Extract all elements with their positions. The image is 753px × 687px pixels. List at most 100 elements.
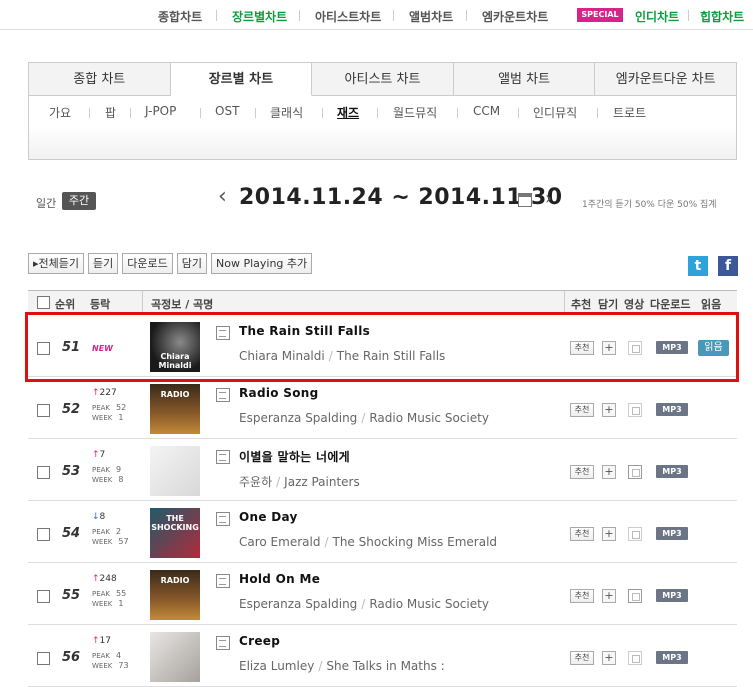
- artist-name[interactable]: Eliza Lumley: [239, 659, 314, 673]
- recommend-button[interactable]: 추천: [570, 403, 594, 417]
- row-checkbox[interactable]: [37, 466, 50, 479]
- subtab-ost[interactable]: OST: [215, 104, 239, 118]
- subtab-jpop[interactable]: J-POP: [145, 104, 176, 118]
- video-icon[interactable]: [628, 403, 642, 417]
- add-button[interactable]: 담기: [176, 253, 207, 274]
- rank-number: 52: [62, 402, 81, 417]
- twitter-icon[interactable]: t: [688, 256, 708, 276]
- video-icon[interactable]: [628, 465, 642, 479]
- row-checkbox[interactable]: [37, 528, 50, 541]
- mp3-download-button[interactable]: MP3: [656, 527, 688, 540]
- col-listen: 읽음: [701, 298, 722, 311]
- row-checkbox[interactable]: [37, 590, 50, 603]
- subtab-ccm[interactable]: CCM: [473, 104, 500, 118]
- weeks-on-chart: WEEK 1: [92, 413, 124, 422]
- artist-name[interactable]: 주윤하: [239, 475, 272, 489]
- next-week-icon[interactable]: ›: [545, 188, 552, 209]
- subtab-world[interactable]: 월드뮤직: [393, 104, 437, 121]
- album-art[interactable]: THE SHOCKING: [150, 508, 200, 558]
- song-info-icon[interactable]: [216, 574, 230, 588]
- gnb-genre-chart[interactable]: 장르별차트: [232, 8, 287, 25]
- song-info-icon[interactable]: [216, 388, 230, 402]
- listen-button[interactable]: 듣기: [88, 253, 119, 274]
- add-to-playlist-icon[interactable]: +: [602, 527, 616, 541]
- album-name[interactable]: Radio Music Society: [369, 411, 489, 425]
- play-all-button[interactable]: ▸전체듣기: [28, 253, 85, 274]
- video-icon[interactable]: [628, 651, 642, 665]
- subtab-jazz[interactable]: 재즈: [337, 104, 359, 121]
- artist-name[interactable]: Caro Emerald: [239, 535, 320, 549]
- album-name[interactable]: The Shocking Miss Emerald: [333, 535, 498, 549]
- album-name[interactable]: She Talks in Maths :: [326, 659, 444, 673]
- mp3-download-button[interactable]: MP3: [656, 465, 688, 478]
- add-to-playlist-icon[interactable]: +: [602, 403, 616, 417]
- album-art[interactable]: [150, 446, 200, 496]
- subtab-indie[interactable]: 인디뮤직: [533, 104, 577, 121]
- subtab-kpop[interactable]: 가요: [49, 104, 71, 121]
- row-checkbox[interactable]: [37, 404, 50, 417]
- add-to-playlist-icon[interactable]: +: [602, 465, 616, 479]
- artist-album: Eliza Lumley / She Talks in Maths :: [239, 659, 445, 673]
- album-name[interactable]: Jazz Painters: [284, 475, 360, 489]
- gnb-artist-chart[interactable]: 아티스트차트: [315, 8, 381, 25]
- song-info-icon[interactable]: [216, 512, 230, 526]
- video-icon[interactable]: [628, 589, 642, 603]
- artist-name[interactable]: Esperanza Spalding: [239, 597, 357, 611]
- recommend-button[interactable]: 추천: [570, 589, 594, 603]
- song-title[interactable]: One Day: [239, 510, 298, 524]
- song-title[interactable]: 이별을 말하는 너에게: [239, 448, 350, 465]
- mp3-download-button[interactable]: MP3: [656, 651, 688, 664]
- rank-number: 56: [62, 650, 81, 665]
- date-range: 2014.11.24 ~ 2014.11.30: [239, 185, 563, 210]
- album-art[interactable]: RADIO: [150, 384, 200, 434]
- song-title[interactable]: Hold On Me: [239, 572, 320, 586]
- tab-artist-chart[interactable]: 아티스트 차트: [312, 63, 454, 96]
- table-row: 55 ↑248 PEAK 55 WEEK 1 RADIO Hold On Me Es…: [28, 563, 737, 625]
- tab-mcountdown-chart[interactable]: 엠카운트다운 차트: [595, 63, 736, 96]
- add-to-playlist-icon[interactable]: +: [602, 651, 616, 665]
- tab-album-chart[interactable]: 앨범 차트: [453, 63, 596, 96]
- song-title[interactable]: Radio Song: [239, 386, 318, 400]
- daily-toggle[interactable]: 일간: [36, 195, 56, 211]
- gnb-total-chart[interactable]: 종합차트: [158, 8, 202, 25]
- rank-number: 54: [62, 526, 81, 541]
- rank-change: ↑17: [92, 636, 111, 646]
- recommend-button[interactable]: 추천: [570, 527, 594, 541]
- gnb-mcount-chart[interactable]: 엠카운트차트: [482, 8, 548, 25]
- recommend-button[interactable]: 추천: [570, 465, 594, 479]
- album-art[interactable]: [150, 632, 200, 682]
- mp3-download-button[interactable]: MP3: [656, 589, 688, 602]
- song-title[interactable]: Creep: [239, 634, 280, 648]
- facebook-icon[interactable]: f: [718, 256, 738, 276]
- genre-subtabs: 가요 팝 J-POP OST 클래식 재즈 월드뮤직 CCM 인디뮤직 트로트: [28, 96, 737, 160]
- gnb-indie-chart[interactable]: 인디차트: [635, 8, 679, 25]
- subtab-classical[interactable]: 클래식: [270, 104, 303, 121]
- download-button[interactable]: 다운로드: [122, 253, 173, 274]
- tab-total-chart[interactable]: 종합 차트: [29, 63, 171, 96]
- artist-name[interactable]: Esperanza Spalding: [239, 411, 357, 425]
- song-info-icon[interactable]: [216, 450, 230, 464]
- prev-week-icon[interactable]: ‹: [218, 184, 227, 209]
- rank-change: ↑227: [92, 388, 117, 398]
- recommend-button[interactable]: 추천: [570, 651, 594, 665]
- album-name[interactable]: Radio Music Society: [369, 597, 489, 611]
- subtab-trot[interactable]: 트로트: [613, 104, 646, 121]
- tab-genre-chart[interactable]: 장르별 차트: [170, 63, 313, 96]
- album-art[interactable]: RADIO: [150, 570, 200, 620]
- rank-change: ↓8: [92, 512, 106, 522]
- video-icon[interactable]: [628, 527, 642, 541]
- gnb-hiphop-chart[interactable]: 힙합차트: [700, 8, 744, 25]
- select-all-checkbox[interactable]: [37, 296, 50, 309]
- now-playing-button[interactable]: Now Playing 추가: [211, 253, 313, 274]
- gnb-album-chart[interactable]: 앨범차트: [409, 8, 453, 25]
- add-to-playlist-icon[interactable]: +: [602, 589, 616, 603]
- subtab-pop[interactable]: 팝: [105, 104, 116, 121]
- row-checkbox[interactable]: [37, 652, 50, 665]
- weeks-on-chart: WEEK 8: [92, 475, 124, 484]
- song-info-icon[interactable]: [216, 636, 230, 650]
- mp3-download-button[interactable]: MP3: [656, 403, 688, 416]
- calendar-icon[interactable]: [518, 193, 532, 207]
- peak-rank: PEAK 2: [92, 527, 122, 536]
- weekly-toggle[interactable]: 주간: [62, 192, 96, 210]
- table-row: 56 ↑17 PEAK 4 WEEK 73 Creep Eliza Lumley / S…: [28, 625, 737, 687]
